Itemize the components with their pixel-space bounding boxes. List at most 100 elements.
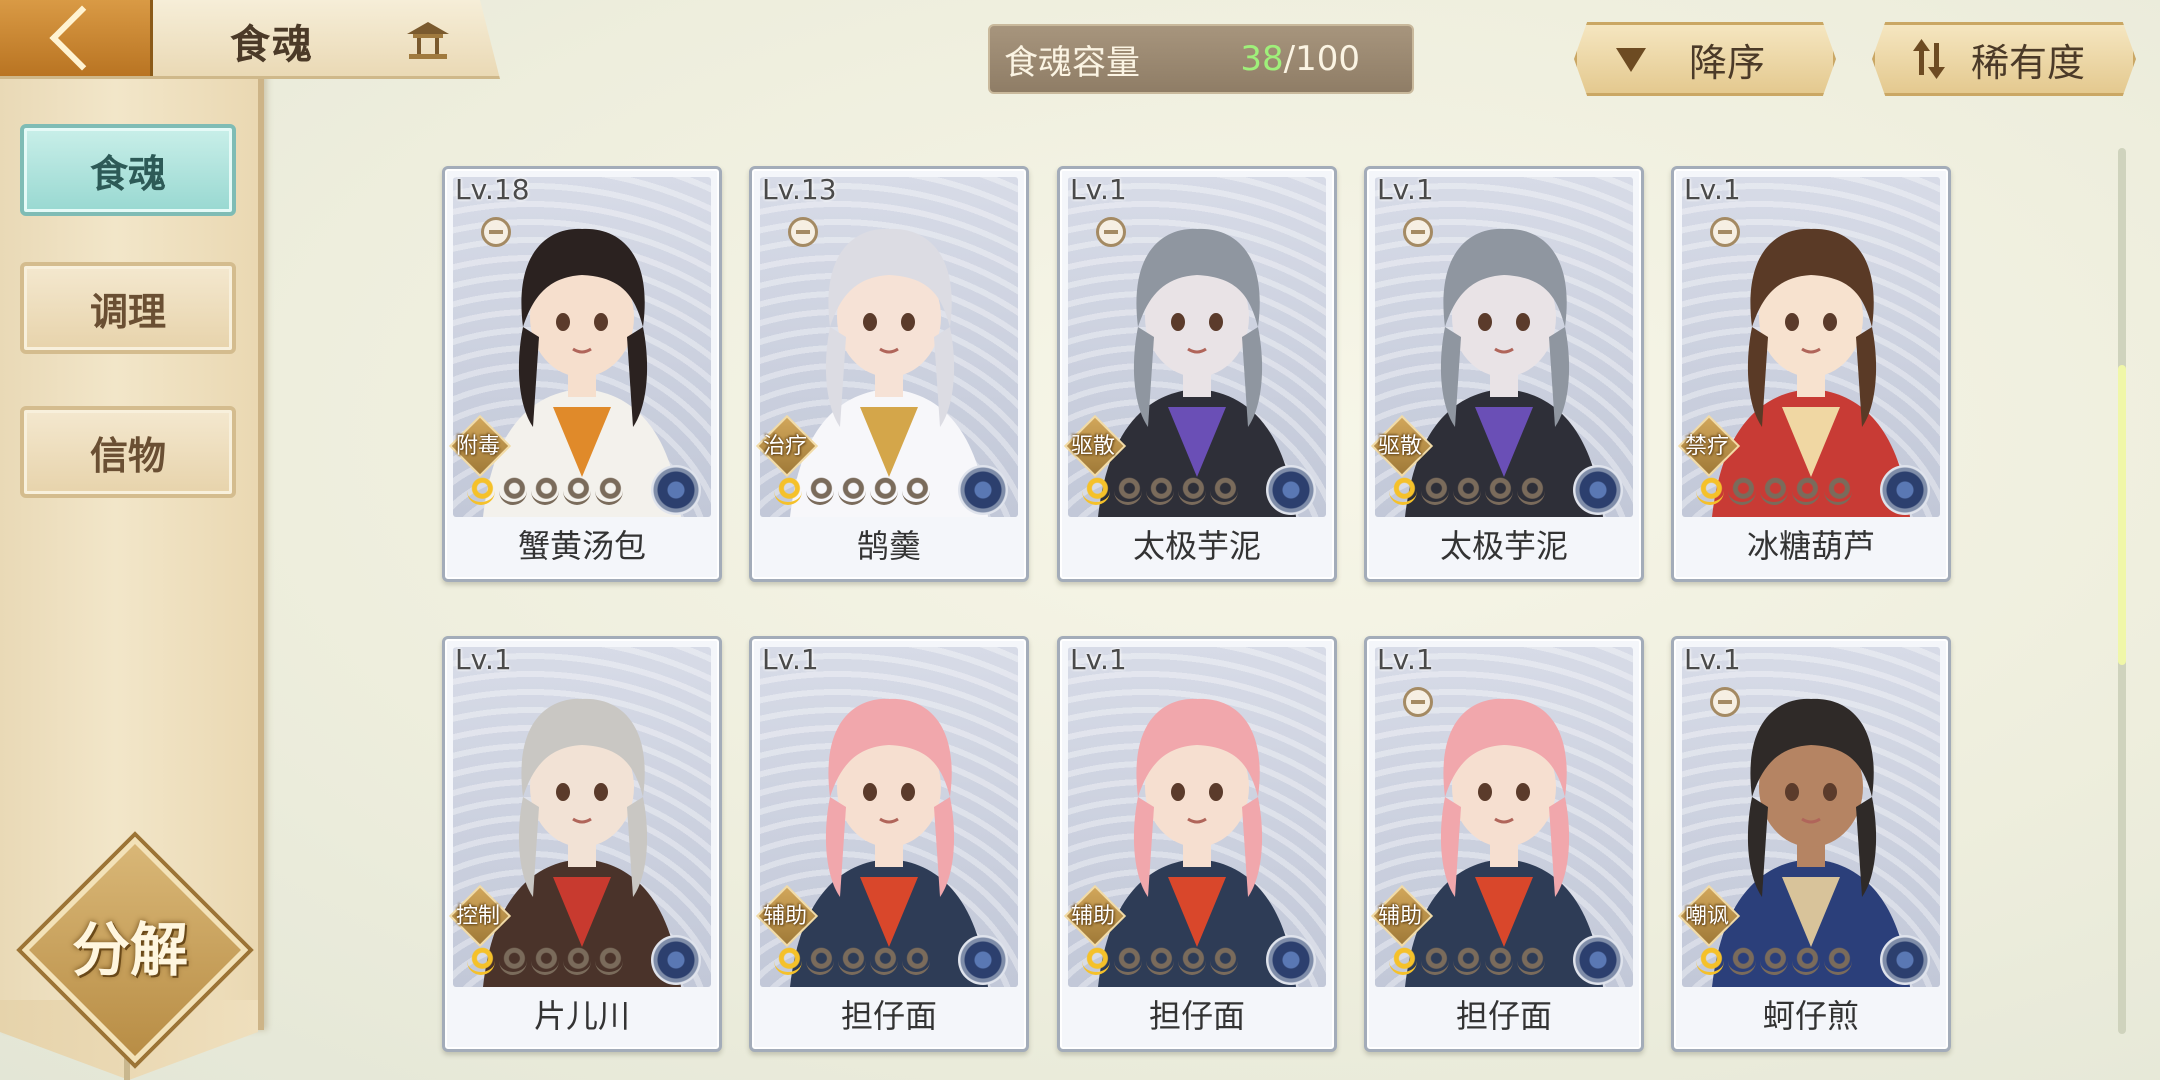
star-icon	[1824, 947, 1852, 975]
rarity-emblem-icon	[1880, 935, 1930, 985]
rarity-emblem-icon	[651, 935, 701, 985]
role-badge: 驱散	[1063, 414, 1127, 478]
star-icon	[1792, 947, 1820, 975]
star-icon	[1453, 947, 1481, 975]
bowl-icon	[1403, 687, 1433, 717]
star-rating	[774, 477, 930, 505]
star-icon	[1485, 947, 1513, 975]
star-icon	[531, 477, 559, 505]
food-soul-card[interactable]: Lv.1 驱散 太极芋泥	[1057, 166, 1337, 582]
star-icon	[1824, 477, 1852, 505]
star-icon	[1453, 477, 1481, 505]
star-icon	[499, 477, 527, 505]
capacity-bar: 食魂容量 38/100	[988, 24, 1414, 94]
capacity-value: 38/100	[1240, 39, 1360, 79]
star-rating	[1082, 947, 1238, 975]
star-icon	[1114, 947, 1142, 975]
character-name: 鹄羹	[856, 527, 921, 565]
role-label: 禁疗	[1684, 434, 1729, 459]
star-rating	[1696, 947, 1852, 975]
pavilion-icon[interactable]	[405, 18, 451, 62]
star-icon	[1728, 477, 1756, 505]
role-label: 驱散	[1070, 434, 1115, 459]
character-name: 担仔面	[1455, 997, 1552, 1035]
role-badge: 辅助	[1063, 884, 1127, 948]
level-label: Lv.1	[1377, 173, 1434, 206]
star-icon	[1210, 947, 1238, 975]
star-rating	[467, 947, 623, 975]
food-soul-card[interactable]: Lv.1 辅助 担仔面	[749, 636, 1029, 1052]
tab-label: 食魂	[89, 151, 166, 196]
role-badge: 附毒	[448, 414, 512, 478]
level-label: Lv.13	[762, 173, 837, 206]
star-icon	[806, 947, 834, 975]
scrollbar-thumb[interactable]	[2118, 365, 2126, 665]
star-icon	[902, 947, 930, 975]
sort-order-button[interactable]: 降序	[1574, 22, 1836, 96]
role-label: 治疗	[762, 434, 807, 459]
role-badge: 禁疗	[1677, 414, 1741, 478]
star-icon	[467, 947, 495, 975]
back-button[interactable]	[0, 0, 153, 76]
food-soul-card[interactable]: Lv.1 驱散 太极芋泥	[1364, 166, 1644, 582]
tab-recipes[interactable]: 调理	[20, 262, 236, 354]
bowl-icon	[1710, 687, 1740, 717]
tab-tokens[interactable]: 信物	[20, 406, 236, 498]
sort-rarity-label: 稀有度	[1971, 40, 2086, 85]
page-title: 食魂	[230, 22, 314, 68]
back-arrow-icon	[49, 5, 115, 71]
star-icon	[595, 477, 623, 505]
level-label: Lv.1	[1684, 173, 1741, 206]
star-icon	[1210, 477, 1238, 505]
rarity-emblem-icon	[1266, 465, 1316, 515]
role-badge: 驱散	[1370, 414, 1434, 478]
rarity-emblem-icon	[1266, 935, 1316, 985]
character-name: 蚵仔煎	[1762, 997, 1859, 1035]
rarity-emblem-icon	[1880, 465, 1930, 515]
star-icon	[1696, 947, 1724, 975]
level-label: Lv.1	[1377, 643, 1434, 676]
role-label: 辅助	[1377, 904, 1422, 929]
food-soul-card[interactable]: Lv.13 治疗 鹄羹	[749, 166, 1029, 582]
sort-rarity-button[interactable]: 稀有度	[1872, 22, 2136, 96]
rarity-emblem-icon	[1573, 935, 1623, 985]
star-icon	[1760, 947, 1788, 975]
star-icon	[1082, 477, 1110, 505]
tab-food-souls[interactable]: 食魂	[20, 124, 236, 216]
star-icon	[1485, 477, 1513, 505]
character-name: 蟹黄汤包	[517, 527, 646, 565]
bowl-icon	[1710, 217, 1740, 247]
star-icon	[1728, 947, 1756, 975]
food-soul-card[interactable]: Lv.1 辅助 担仔面	[1057, 636, 1337, 1052]
star-rating	[1082, 477, 1238, 505]
rarity-emblem-icon	[1573, 465, 1623, 515]
food-soul-card[interactable]: Lv.1 辅助 担仔面	[1364, 636, 1644, 1052]
capacity-label: 食魂容量	[1004, 42, 1140, 83]
food-soul-card[interactable]: Lv.18 附毒 蟹黄汤包	[442, 166, 722, 582]
star-icon	[595, 947, 623, 975]
star-icon	[1792, 477, 1820, 505]
star-icon	[1389, 947, 1417, 975]
star-icon	[1146, 947, 1174, 975]
star-icon	[467, 477, 495, 505]
level-label: Lv.18	[455, 173, 530, 206]
character-name: 太极芋泥	[1439, 527, 1568, 565]
star-icon	[1696, 477, 1724, 505]
capacity-max: /100	[1283, 39, 1360, 79]
level-label: Lv.1	[1070, 173, 1127, 206]
tab-label: 调理	[89, 289, 166, 334]
food-soul-card[interactable]: Lv.1 嘲讽 蚵仔煎	[1671, 636, 1951, 1052]
character-name: 片儿川	[533, 997, 630, 1035]
rarity-emblem-icon	[958, 935, 1008, 985]
food-soul-card[interactable]: Lv.1 禁疗 冰糖葫芦	[1671, 166, 1951, 582]
level-label: Lv.1	[762, 643, 819, 676]
role-label: 嘲讽	[1684, 904, 1729, 929]
star-icon	[1517, 947, 1545, 975]
food-soul-card[interactable]: Lv.1 控制 片儿川	[442, 636, 722, 1052]
decompose-label: 分解	[71, 916, 188, 984]
capacity-current: 38	[1240, 39, 1284, 79]
star-icon	[870, 477, 898, 505]
star-icon	[838, 477, 866, 505]
level-label: Lv.1	[455, 643, 512, 676]
star-icon	[774, 947, 802, 975]
